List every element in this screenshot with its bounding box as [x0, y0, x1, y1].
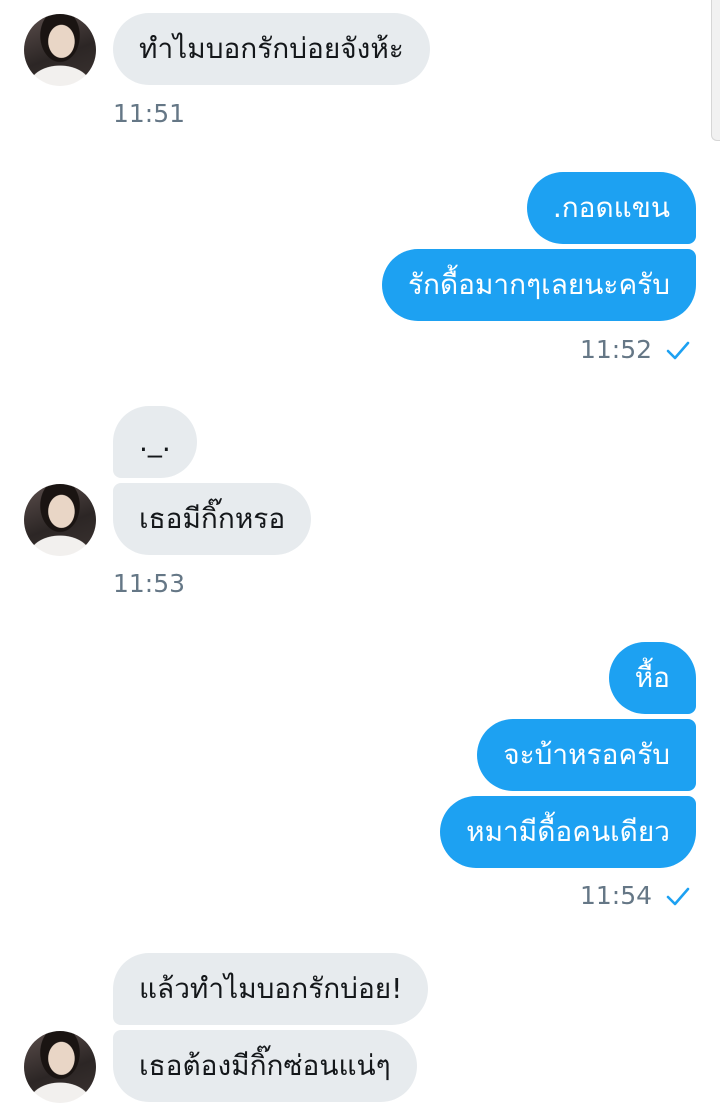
timestamp-text: 11:52	[579, 335, 652, 364]
message-timestamp: 11:54	[580, 881, 690, 910]
message-timestamp: 11:52	[580, 335, 690, 364]
message-bubble-outgoing[interactable]: หมามีดื้อคนเดียว	[440, 796, 696, 868]
timestamp-text: 11:54	[579, 881, 652, 910]
message-bubble-incoming[interactable]: เธอมีกิ๊กหรอ	[113, 483, 312, 555]
message-timestamp: 11:51	[113, 99, 186, 128]
scrollbar[interactable]	[711, 0, 720, 141]
message-bubble-incoming[interactable]: เธอต้องมีกิ๊กซ่อนแน่ๆ	[113, 1030, 417, 1102]
message-bubble-incoming[interactable]: ทำไมบอกรักบ่อยจังห้ะ	[113, 13, 430, 85]
message-bubble-incoming[interactable]: แล้วทำไมบอกรักบ่อย!	[113, 953, 429, 1025]
check-icon	[666, 341, 690, 359]
message-bubble-outgoing[interactable]: หื้อ	[608, 642, 696, 714]
message-bubble-outgoing[interactable]: .กอดแขน	[526, 172, 696, 244]
message-bubble-outgoing[interactable]: จะบ้าหรอครับ	[477, 719, 696, 791]
check-icon	[666, 887, 690, 905]
message-bubble-incoming[interactable]: ._.	[113, 406, 197, 478]
message-timestamp: 11:53	[113, 569, 186, 598]
contact-avatar[interactable]	[24, 14, 96, 86]
contact-avatar[interactable]	[24, 1031, 96, 1103]
message-bubble-outgoing[interactable]: รักดื้อมากๆเลยนะครับ	[381, 249, 696, 321]
contact-avatar[interactable]	[24, 484, 96, 556]
